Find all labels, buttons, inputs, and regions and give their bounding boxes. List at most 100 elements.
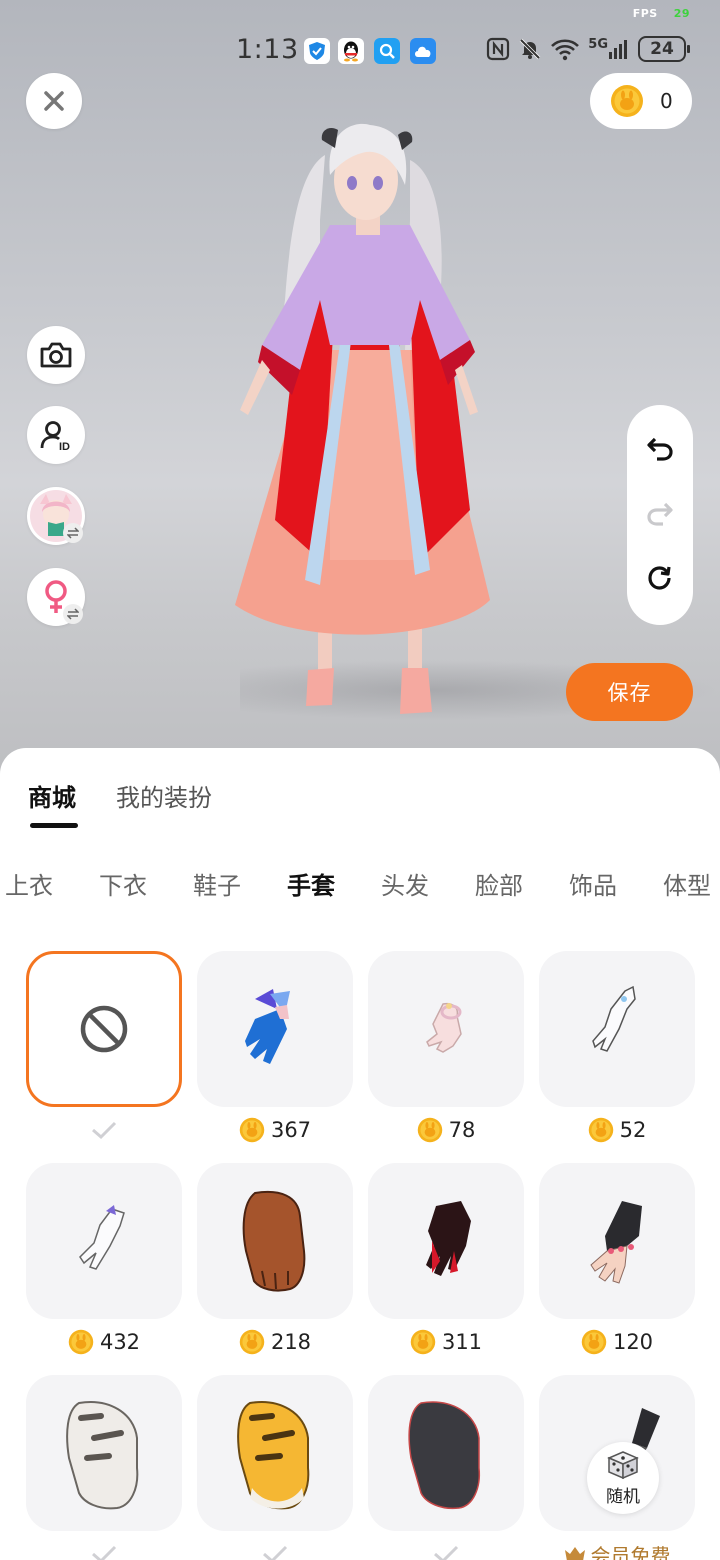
fps-counter: FPS 29 [632, 7, 690, 20]
swap-icon [63, 523, 83, 543]
tab-shop[interactable]: 商城 [28, 778, 76, 813]
none-icon [80, 1005, 128, 1053]
owned-check [26, 1117, 182, 1143]
top-tabs: 商城 我的装扮 [28, 778, 212, 813]
check-icon [434, 1545, 459, 1560]
glove-image [408, 1401, 481, 1510]
avatar-scene[interactable]: FPS 29 1:13 5G 24 0 ID 保存 [0, 0, 720, 780]
network-type: 5G [588, 36, 608, 52]
shop-sheet: 商城 我的装扮 上衣 下衣 鞋子 手套 头发 脸部 饰品 体型 367 78 5… [0, 748, 720, 1560]
category-hair[interactable]: 头发 [358, 866, 452, 906]
item-black-paw-glove[interactable] [368, 1375, 524, 1560]
vip-free-badge: 会员免费 [539, 1541, 695, 1560]
random-button[interactable]: 随机 [587, 1442, 659, 1514]
item-price: 311 [368, 1329, 524, 1355]
item-card[interactable] [26, 951, 182, 1107]
reset-button[interactable] [645, 563, 675, 597]
glove-image [426, 1002, 462, 1053]
glove-image [426, 1201, 471, 1276]
undo-icon [647, 437, 673, 461]
history-controls [627, 405, 693, 625]
item-card[interactable] [539, 1163, 695, 1319]
redo-button[interactable] [645, 498, 675, 532]
check-icon [92, 1545, 117, 1560]
item-card[interactable] [197, 1375, 353, 1531]
coin-icon [410, 1329, 436, 1355]
category-tabs[interactable]: 上衣 下衣 鞋子 手套 头发 脸部 饰品 体型 [0, 866, 720, 906]
check-icon [263, 1545, 288, 1560]
check-icon [92, 1121, 117, 1140]
clock: 1:13 [236, 34, 299, 65]
camera-button[interactable] [27, 326, 85, 384]
item-white-tiger-paw-glove[interactable] [26, 1375, 182, 1560]
system-indicators: 5G 24 [486, 36, 690, 62]
category-face[interactable]: 脸部 [452, 866, 546, 906]
item-card[interactable] [26, 1375, 182, 1531]
coin-balance[interactable]: 0 [590, 73, 692, 129]
item-none[interactable] [26, 951, 182, 1143]
item-black-fingerless-glove[interactable]: 120 [539, 1163, 695, 1355]
category-gloves[interactable]: 手套 [264, 866, 358, 906]
reset-icon [648, 566, 671, 590]
item-card[interactable] [197, 951, 353, 1107]
item-card[interactable] [368, 1375, 524, 1531]
coin-icon [239, 1117, 265, 1143]
item-yellow-tiger-paw-glove[interactable] [197, 1375, 353, 1560]
coin-icon [581, 1329, 607, 1355]
item-white-bow-glove[interactable]: 432 [26, 1163, 182, 1355]
item-card[interactable] [368, 951, 524, 1107]
item-red-black-claw-glove[interactable]: 311 [368, 1163, 524, 1355]
switch-gender-button[interactable] [27, 568, 85, 626]
item-card[interactable] [539, 951, 695, 1107]
category-tops[interactable]: 上衣 [0, 866, 76, 906]
active-tab-indicator [30, 823, 78, 828]
owned-check [197, 1541, 353, 1560]
glove-image [237, 1401, 310, 1510]
item-card[interactable] [26, 1163, 182, 1319]
save-button[interactable]: 保存 [566, 663, 693, 721]
item-card[interactable] [197, 1163, 353, 1319]
item-brown-paw-glove[interactable]: 218 [197, 1163, 353, 1355]
category-shoes[interactable]: 鞋子 [170, 866, 264, 906]
coin-icon [588, 1117, 613, 1143]
glove-image [592, 985, 636, 1052]
owned-check [368, 1541, 524, 1560]
coin-balance-value: 0 [660, 89, 673, 113]
battery-indicator: 24 [638, 36, 690, 62]
cloud-app-icon [410, 38, 436, 64]
item-price: 52 [539, 1117, 695, 1143]
category-body-shape[interactable]: 体型 [640, 866, 720, 906]
signal-icon [609, 40, 627, 59]
close-button[interactable] [26, 73, 82, 129]
item-price: 432 [26, 1329, 182, 1355]
svg-text:ID: ID [59, 441, 70, 452]
close-icon [44, 91, 64, 111]
crown-icon [564, 1547, 585, 1560]
item-price: 218 [197, 1329, 353, 1355]
tab-my-outfits[interactable]: 我的装扮 [116, 778, 212, 813]
item-price: 120 [539, 1329, 695, 1355]
wifi-icon [551, 39, 580, 61]
status-bar: 1:13 5G 24 [236, 34, 690, 70]
shield-app-icon [304, 38, 330, 64]
item-pink-lace-glove[interactable]: 78 [368, 951, 524, 1143]
item-card[interactable] [368, 1163, 524, 1319]
coin-icon [68, 1329, 94, 1355]
avatar-id-button[interactable]: ID [27, 406, 85, 464]
category-accessories[interactable]: 饰品 [546, 866, 640, 906]
person-id-icon: ID [40, 421, 70, 452]
glove-image [242, 1190, 306, 1292]
coin-icon [239, 1329, 265, 1355]
swap-icon [63, 604, 83, 624]
glove-image [79, 1205, 125, 1270]
glove-image [245, 989, 290, 1064]
item-white-cat-glove[interactable]: 52 [539, 951, 695, 1143]
redo-icon [647, 502, 673, 526]
category-bottoms[interactable]: 下衣 [76, 866, 170, 906]
undo-button[interactable] [645, 433, 675, 467]
item-price: 367 [197, 1117, 353, 1143]
glove-image [66, 1401, 139, 1510]
switch-character-button[interactable] [27, 487, 85, 545]
qq-app-icon [338, 38, 364, 64]
item-blue-butterfly-glove[interactable]: 367 [197, 951, 353, 1143]
